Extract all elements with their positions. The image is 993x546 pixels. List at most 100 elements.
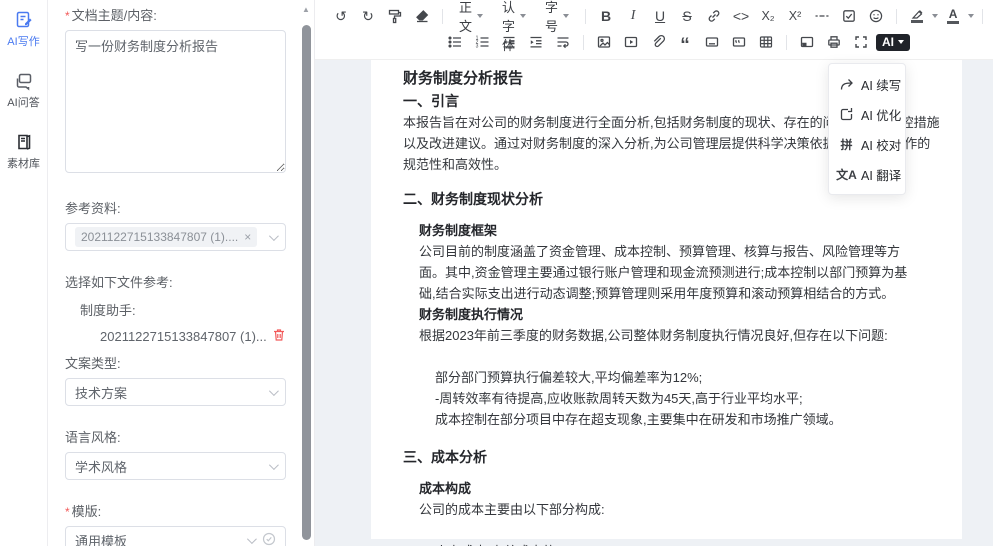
chevron-down-icon <box>269 231 279 241</box>
doc-subheading: 财务制度框架 <box>419 220 919 241</box>
indent-icon[interactable] <box>524 31 548 53</box>
superscript-button[interactable]: X² <box>783 5 807 27</box>
outdent-icon[interactable] <box>497 31 521 53</box>
doc-bullet: 部分部门预算执行偏差较大,平均偏差率为12%; <box>435 367 943 388</box>
doc-heading-3: 三、成本分析 <box>403 446 943 468</box>
template-label: *模版: <box>65 501 286 520</box>
form-panel: *文档主题/内容: 写一份财务制度分析报告 参考资料: 202112271513… <box>48 0 315 546</box>
file-group-label: 制度助手: <box>65 300 286 319</box>
doc-bullet-list: 人力成本:占总成本的35%; <box>435 541 943 546</box>
table-icon[interactable] <box>754 31 778 53</box>
menu-item-ai-proofread[interactable]: 拼 AI 校对 <box>829 129 905 159</box>
proofread-icon: 拼 <box>839 136 854 153</box>
scrollbar-thumb[interactable] <box>302 25 311 540</box>
template-value: 通用模板 <box>75 531 247 546</box>
caret-down-icon <box>477 14 483 18</box>
highlight-pen-icon[interactable] <box>905 5 929 27</box>
subscript-button[interactable]: X₂ <box>756 5 780 27</box>
font-color-icon[interactable]: A <box>941 5 965 27</box>
video-icon[interactable] <box>619 31 643 53</box>
menu-item-ai-translate[interactable]: 文A AI 翻译 <box>829 159 905 189</box>
undo-icon[interactable]: ↺ <box>329 5 353 27</box>
menu-item-ai-optimize[interactable]: AI 优化 <box>829 99 905 129</box>
blockquote-icon[interactable]: “ <box>673 31 697 53</box>
doc-bullet-list: 部分部门预算执行偏差较大,平均偏差率为12%; -周转效率有待提高,应收账款周转… <box>435 367 943 430</box>
attachment-icon[interactable] <box>646 31 670 53</box>
topic-label: *文档主题/内容: <box>65 5 286 24</box>
eraser-icon[interactable] <box>410 5 434 27</box>
toolbar-row-1: ↺ ↻ 正文 默认字体 字号 B I U <box>329 3 993 29</box>
file-name: 2021122715133847807 (1).... <box>100 329 266 344</box>
font-select[interactable]: 默认字体 <box>494 5 534 27</box>
reference-select[interactable]: 2021122715133847807 (1)....× <box>65 223 286 251</box>
horizontal-rule-icon[interactable] <box>810 5 834 27</box>
redo-icon[interactable]: ↻ <box>356 5 380 27</box>
template-select[interactable]: 通用模板 <box>65 526 286 546</box>
required-asterisk: * <box>65 505 70 519</box>
format-painter-icon[interactable] <box>383 5 407 27</box>
copy-type-label: 文案类型: <box>65 353 286 372</box>
delete-file-icon[interactable] <box>272 328 286 345</box>
link-icon[interactable] <box>702 5 726 27</box>
style-value: 学术风格 <box>75 457 269 476</box>
fullscreen-icon[interactable] <box>849 31 873 53</box>
optimize-icon <box>839 107 854 122</box>
app-window: AI写作 AI问答 素材库 *文档主题/内容: 写一 <box>0 0 993 546</box>
toolbar-divider <box>896 9 897 24</box>
copy-type-select[interactable]: 技术方案 <box>65 378 286 406</box>
ai-dropdown-menu: AI 续写 AI 优化 拼 AI 校对 文A AI 翻译 <box>828 63 906 195</box>
caret-down-icon[interactable] <box>968 14 974 18</box>
nav-rail: AI写作 AI问答 素材库 <box>0 0 48 546</box>
italic-button[interactable]: I <box>621 5 645 27</box>
topic-textarea[interactable]: 写一份财务制度分析报告 <box>65 30 286 173</box>
doc-subheading: 成本构成 <box>419 478 919 499</box>
underline-button[interactable]: U <box>648 5 672 27</box>
editor-toolbar: ↺ ↻ 正文 默认字体 字号 B I U <box>315 0 993 60</box>
doc-bullet: -周转效率有待提高,应收账款周转天数为45天,高于行业平均水平; <box>435 388 943 409</box>
ai-menu-button[interactable]: AI <box>876 34 910 51</box>
paragraph-select[interactable]: 正文 <box>451 5 491 27</box>
bullet-list-icon[interactable] <box>443 31 467 53</box>
nav-label: 素材库 <box>7 155 40 171</box>
chevron-down-icon <box>269 460 279 470</box>
style-select[interactable]: 学术风格 <box>65 452 286 480</box>
scroll-up-arrow-icon[interactable]: ▲ <box>302 5 310 14</box>
doc-subsection: 财务制度框架 公司目前的制度涵盖了资金管理、成本控制、预算管理、核算与报告、风险… <box>419 220 943 346</box>
caret-down-icon[interactable] <box>932 14 938 18</box>
chevron-down-icon <box>269 386 279 396</box>
callout-icon[interactable] <box>727 31 751 53</box>
line-wrap-icon[interactable] <box>551 31 575 53</box>
caret-down-icon <box>898 40 904 44</box>
editor: ↺ ↻ 正文 默认字体 字号 B I U <box>315 0 993 546</box>
bold-button[interactable]: B <box>594 5 618 27</box>
chat-icon <box>14 71 34 91</box>
translate-icon: 文A <box>839 166 854 183</box>
doc-paragraph: 根据2023年前三季度的财务数据,公司整体财务制度执行情况良好,但存在以下问题: <box>419 325 919 346</box>
divider-block-icon[interactable] <box>700 31 724 53</box>
size-select[interactable]: 字号 <box>537 5 577 27</box>
inline-code-button[interactable]: <> <box>729 5 753 27</box>
doc-bullet: 成本控制在部分项目中存在超支现象,主要集中在研发和市场推广领域。 <box>435 409 943 430</box>
file-row: 2021122715133847807 (1).... <box>65 328 286 345</box>
toolbar-divider <box>786 35 787 50</box>
image-icon[interactable] <box>592 31 616 53</box>
doc-subsection: 成本构成 公司的成本主要由以下部分构成: <box>419 478 943 520</box>
reference-label: 参考资料: <box>65 198 286 217</box>
ordered-list-icon[interactable]: 123 <box>470 31 494 53</box>
print-icon[interactable] <box>822 31 846 53</box>
menu-item-ai-continue[interactable]: AI 续写 <box>829 69 905 99</box>
strikethrough-button[interactable]: S <box>675 5 699 27</box>
reference-tag[interactable]: 2021122715133847807 (1)....× <box>75 227 257 247</box>
task-checkbox-icon[interactable] <box>837 5 861 27</box>
panel-scrollbar[interactable]: ▲ <box>300 0 313 546</box>
remove-tag-icon[interactable]: × <box>244 230 251 244</box>
caret-down-icon <box>563 14 569 18</box>
continue-icon <box>839 77 854 92</box>
nav-item-material-library[interactable]: 素材库 <box>7 132 40 171</box>
page-panel-icon[interactable] <box>795 31 819 53</box>
nav-item-ai-qa[interactable]: AI问答 <box>7 71 39 110</box>
toolbar-divider <box>442 9 443 24</box>
chevron-down-icon <box>247 534 257 544</box>
nav-item-ai-writing[interactable]: AI写作 <box>7 10 39 49</box>
emoji-icon[interactable] <box>864 5 888 27</box>
